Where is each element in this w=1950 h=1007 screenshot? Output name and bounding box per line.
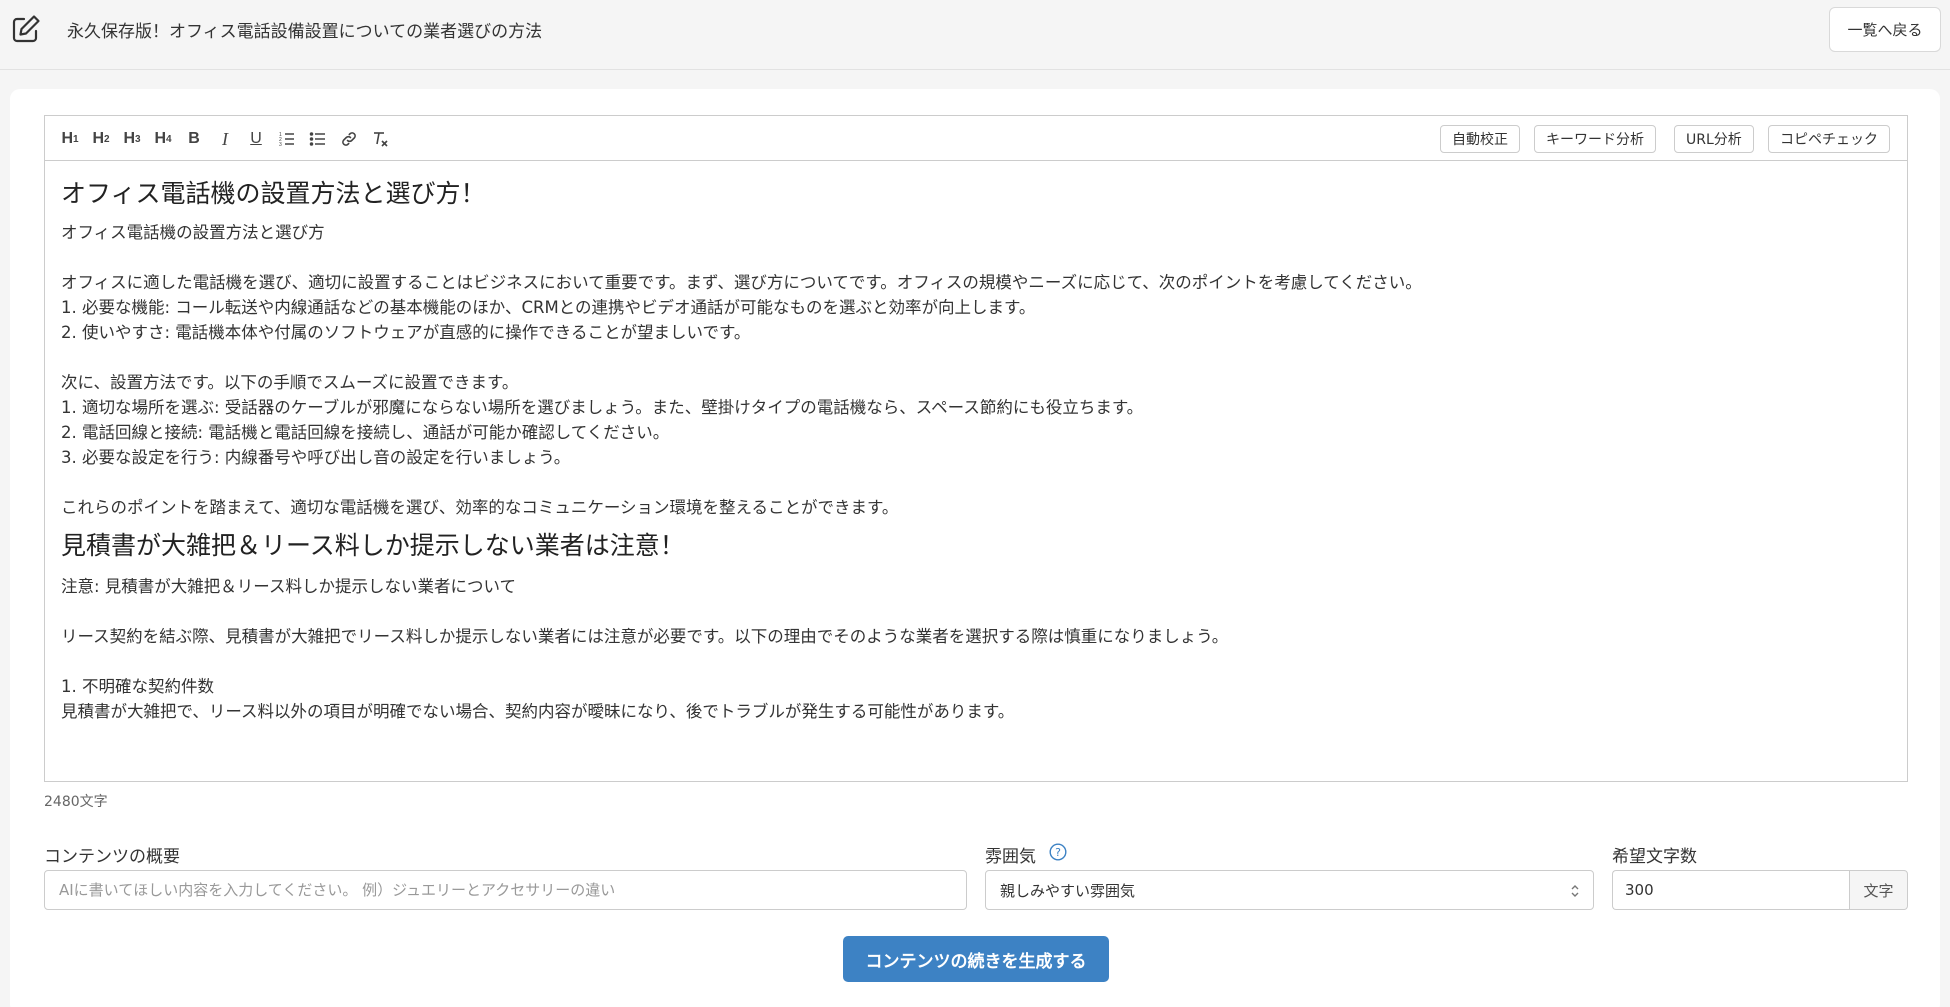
link-button[interactable] [336, 126, 362, 152]
top-bar: 永久保存版！オフィス電話設備設置についての業者選びの方法 一覧へ戻る [0, 0, 1950, 70]
rich-text-editor: H1 H2 H3 H4 B I U 1 2 3 自動校正 キーワード分析 URL… [44, 115, 1908, 782]
clear-format-button[interactable] [367, 126, 393, 152]
content-paragraph: 3. 必要な設定を行う: 内線番号や呼び出し音の設定を行いましょう。 [61, 448, 571, 467]
svg-text:3: 3 [279, 142, 282, 148]
content-paragraph: 次に、設置方法です。以下の手順でスムーズに設置できます。 [61, 373, 519, 392]
mood-select-value: 親しみやすい雰囲気 [1000, 881, 1136, 900]
content-heading: オフィス電話機の設置方法と選び方！ [61, 179, 486, 208]
h2-button[interactable]: H2 [88, 126, 114, 152]
edit-icon [12, 15, 40, 43]
content-paragraph: オフィス電話機の設置方法と選び方 [61, 223, 325, 242]
content-paragraph: 1. 適切な場所を選ぶ: 受話器のケーブルが邪魔にならない場所を選びましょう。ま… [61, 398, 1144, 417]
content-paragraph: 1. 必要な機能: コール転送や内線通話などの基本機能のほか、CRMとの連携やビ… [61, 298, 1036, 317]
content-blank-line [61, 599, 1891, 624]
content-blank-line [61, 345, 1891, 370]
content-paragraph: 2. 電話回線と接続: 電話機と電話回線を接続し、通話が可能か確認してください。 [61, 423, 670, 442]
content-paragraph: 2. 使いやすさ: 電話機本体や付属のソフトウェアが直感的に操作できることが望ま… [61, 323, 751, 342]
content-paragraph: オフィスに適した電話機を選び、適切に設置することはビジネスにおいて重要です。まず… [61, 273, 1422, 292]
url-analysis-button[interactable]: URL分析 [1674, 125, 1754, 153]
bullet-list-button[interactable] [305, 126, 331, 152]
keyword-analysis-button[interactable]: キーワード分析 [1534, 125, 1656, 153]
italic-button[interactable]: I [212, 126, 238, 152]
editor-toolbar: H1 H2 H3 H4 B I U 1 2 3 自動校正 キーワード分析 URL… [45, 116, 1907, 161]
char-count-unit: 文字 [1849, 870, 1908, 910]
back-to-list-button[interactable]: 一覧へ戻る [1829, 7, 1941, 52]
mood-select[interactable]: 親しみやすい雰囲気 [985, 870, 1594, 910]
link-icon [342, 132, 356, 146]
auto-proofread-button[interactable]: 自動校正 [1440, 125, 1520, 153]
summary-input[interactable] [44, 870, 967, 910]
summary-label: コンテンツの概要 [44, 847, 180, 867]
content-paragraph: 見積書が大雑把で、リース料以外の項目が明確でない場合、契約内容が曖昧になり、後で… [61, 702, 1015, 721]
content-heading: 見積書が大雑把＆リース料しか提示しない業者は注意！ [61, 531, 685, 560]
ordered-list-button[interactable]: 1 2 3 [274, 126, 300, 152]
content-paragraph: 注意: 見積書が大雑把＆リース料しか提示しない業者について [61, 577, 516, 596]
h4-button[interactable]: H4 [150, 126, 176, 152]
copy-check-button[interactable]: コピペチェック [1768, 125, 1890, 153]
char-count-input[interactable] [1612, 870, 1849, 910]
page-title: 永久保存版！オフィス電話設備設置についての業者選びの方法 [67, 22, 543, 42]
content-paragraph: 1. 不明確な契約件数 [61, 677, 214, 696]
h1-button[interactable]: H1 [57, 126, 83, 152]
content-blank-line [61, 649, 1891, 674]
bold-button[interactable]: B [181, 126, 207, 152]
svg-text:?: ? [1055, 846, 1061, 859]
clear-format-icon [374, 132, 388, 147]
help-icon[interactable]: ? [1049, 843, 1067, 861]
editor-content[interactable]: オフィス電話機の設置方法と選び方！ オフィス電話機の設置方法と選び方オフィスに適し… [45, 162, 1907, 781]
char-count-label: 希望文字数 [1612, 847, 1697, 867]
select-chevron-icon [1571, 885, 1579, 897]
ordered-list-icon: 1 2 3 [279, 132, 294, 148]
bullet-list-icon [309, 132, 325, 146]
content-blank-line [61, 470, 1891, 495]
generate-continuation-button[interactable]: コンテンツの続きを生成する [843, 936, 1109, 982]
h3-button[interactable]: H3 [119, 126, 145, 152]
underline-button[interactable]: U [243, 126, 269, 152]
mood-label: 雰囲気 [985, 847, 1036, 867]
content-blank-line [61, 245, 1891, 270]
content-paragraph: これらのポイントを踏まえて、適切な電話機を選び、効率的なコミュニケーション環境を… [61, 498, 899, 517]
content-paragraph: リース契約を結ぶ際、見積書が大雑把でリース料しか提示しない業者には注意が必要です… [61, 627, 1229, 646]
character-count: 2480文字 [44, 794, 108, 810]
